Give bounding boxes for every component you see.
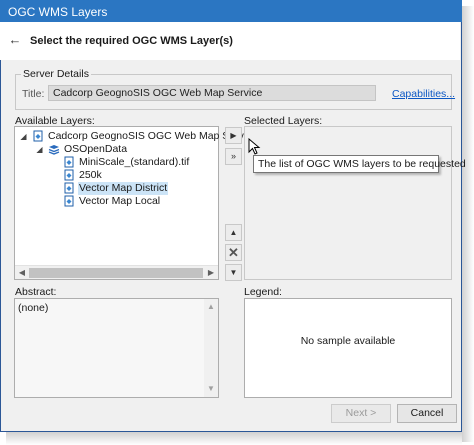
title-bar[interactable]: OGC WMS Layers — [0, 0, 462, 22]
legend-label: Legend: — [244, 286, 282, 298]
abstract-value: (none) — [18, 302, 49, 314]
server-title-label: Title: — [22, 88, 45, 100]
wizard-header: ← Select the required OGC WMS Layer(s) — [0, 22, 460, 60]
capabilities-link[interactable]: Capabilities... — [392, 88, 455, 100]
window-shadow-right — [462, 6, 474, 442]
cancel-button[interactable]: Cancel — [397, 404, 457, 423]
legend-preview: No sample available — [244, 298, 452, 398]
tree-node-label: 250k — [79, 169, 102, 181]
server-title-field[interactable]: Cadcorp GeognoSIS OGC Web Map Service — [48, 85, 376, 101]
dialog-window: OGC WMS Layers ← Select the required OGC… — [0, 0, 474, 445]
selected-layers-list[interactable] — [244, 126, 452, 280]
tree-node-label: OSOpenData — [64, 143, 128, 155]
server-details-legend: Server Details — [21, 68, 91, 80]
scroll-up-icon[interactable]: ▲ — [206, 302, 216, 312]
expand-arrow-icon[interactable]: ◢ — [35, 145, 44, 154]
tree-node-label: MiniScale_(standard).tif — [79, 156, 190, 168]
remove-layer-button[interactable]: ✕ — [225, 244, 242, 261]
add-layer-button[interactable]: ▶ — [225, 127, 242, 144]
window-title: OGC WMS Layers — [8, 5, 108, 19]
layer-doc-icon — [33, 130, 43, 142]
layer-doc-icon — [64, 182, 74, 194]
layer-doc-icon — [64, 195, 74, 207]
abstract-label: Abstract: — [15, 286, 57, 298]
add-all-layers-button[interactable]: » — [225, 148, 242, 165]
step-title: Select the required OGC WMS Layer(s) — [30, 35, 233, 47]
scroll-down-icon[interactable]: ▼ — [206, 384, 216, 394]
layers-stack-icon — [48, 145, 60, 155]
tree-node-label: Vector Map District — [78, 182, 169, 195]
window-shadow-bottom — [6, 432, 462, 445]
back-arrow-icon[interactable]: ← — [8, 33, 22, 47]
horizontal-scrollbar[interactable]: ◀ ▶ — [15, 265, 218, 279]
legend-placeholder: No sample available — [300, 335, 396, 347]
mouse-pointer-icon — [248, 138, 261, 155]
tree-node-label: Vector Map Local — [79, 195, 161, 207]
vertical-scrollbar[interactable]: ▲ ▼ — [204, 299, 218, 397]
next-button[interactable]: Next > — [331, 404, 391, 423]
selected-layers-tooltip: The list of OGC WMS layers to be request… — [253, 155, 466, 173]
scroll-right-icon[interactable]: ▶ — [206, 268, 216, 278]
move-up-button[interactable]: ▲ — [225, 224, 242, 241]
scrollbar-thumb[interactable] — [29, 268, 203, 278]
abstract-field[interactable]: (none) ▲ ▼ — [14, 298, 219, 398]
available-layers-tree[interactable]: ◢ Cadcorp GeognoSIS OGC Web Map Service … — [14, 126, 257, 280]
expand-arrow-icon[interactable]: ◢ — [19, 132, 28, 141]
layer-doc-icon — [64, 169, 74, 181]
layer-doc-icon — [64, 156, 74, 168]
scroll-left-icon[interactable]: ◀ — [17, 268, 27, 278]
move-down-button[interactable]: ▼ — [225, 264, 242, 281]
